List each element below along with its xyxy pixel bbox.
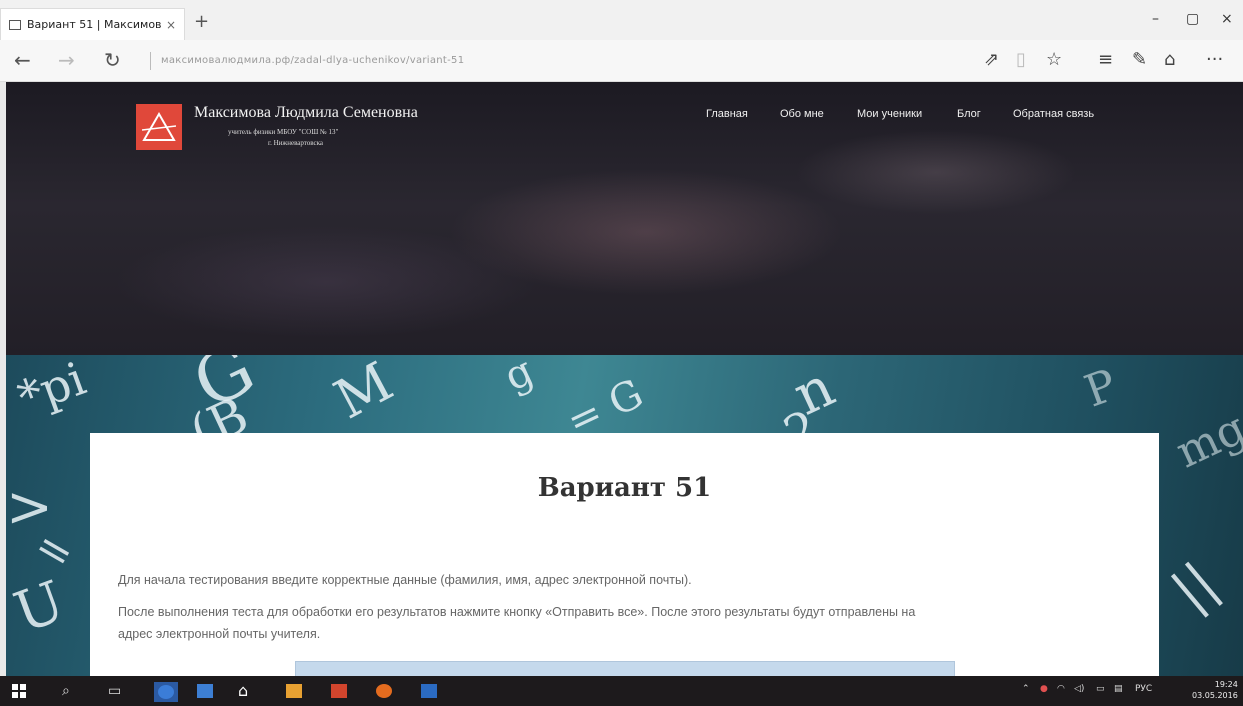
prism-icon: [142, 112, 176, 141]
message-tray-icon[interactable]: ▤: [1114, 684, 1123, 694]
office-app-icon[interactable]: [331, 684, 347, 698]
formula-glyph: M: [324, 355, 403, 432]
volume-tray-icon[interactable]: ◁): [1074, 684, 1084, 694]
search-icon[interactable]: ⌕: [62, 683, 70, 699]
close-window-button[interactable]: ×: [1221, 12, 1233, 26]
tray-chevron-icon[interactable]: ⌃: [1022, 684, 1030, 694]
antivirus-tray-icon[interactable]: ●: [1040, 684, 1048, 694]
formula-glyph: *pi: [10, 355, 93, 425]
formula-glyph: g: [497, 355, 541, 401]
address-bar[interactable]: максимовалюдмила.рф/zadal-dlya-uchenikov…: [150, 52, 610, 70]
web-page: Максимова Людмила Семеновна учитель физи…: [6, 82, 1243, 676]
content-card: Вариант 51 Для начала тестирования введи…: [90, 433, 1159, 676]
more-icon[interactable]: ···: [1206, 50, 1223, 70]
site-subtitle: учитель физики МБОУ "СОШ № 13": [228, 128, 339, 136]
tab-close-icon[interactable]: ×: [166, 18, 176, 32]
edge-app-icon[interactable]: [154, 682, 178, 702]
refresh-button[interactable]: ↻: [104, 50, 121, 70]
site-subtitle-city: г. Нижневартовска: [268, 139, 324, 147]
back-button[interactable]: ←: [14, 50, 31, 70]
language-indicator[interactable]: РУС: [1135, 684, 1152, 694]
browser-titlebar: Вариант 51 | Максимов × + – ▢ ×: [0, 0, 1243, 40]
test-form-frame[interactable]: [295, 661, 955, 676]
web-note-icon[interactable]: ✎: [1132, 50, 1147, 70]
intro-paragraph: Для начала тестирования введите корректн…: [118, 573, 692, 587]
tab-page-icon: [9, 19, 21, 30]
instructions-line-1: После выполнения теста для обработки его…: [118, 605, 916, 619]
home-app-icon[interactable]: ⌂: [238, 683, 248, 699]
browser-navbar: ← → ↻ максимовалюдмила.рф/zadal-dlya-uch…: [0, 40, 1243, 82]
task-view-icon[interactable]: ▭: [108, 683, 121, 699]
firefox-icon[interactable]: [376, 684, 392, 698]
windows-taskbar: ⌕ ▭ ⌂ ⌃ ● ◠ ◁) ▭ ▤ РУС 19:24 03.05.2016: [0, 676, 1243, 706]
minimize-button[interactable]: –: [1152, 12, 1159, 26]
network-tray-icon[interactable]: ◠: [1057, 684, 1065, 694]
formula-glyph: mg: [1168, 402, 1243, 479]
new-tab-button[interactable]: +: [194, 13, 209, 31]
clock-time: 19:24: [1214, 680, 1238, 689]
site-logo[interactable]: [136, 104, 182, 150]
hub-icon[interactable]: ≡: [1098, 50, 1113, 70]
book-icon[interactable]: ▯: [1016, 50, 1026, 70]
tab-title: Вариант 51 | Максимов: [27, 18, 162, 31]
formula-glyph: P: [1078, 359, 1124, 418]
restore-button[interactable]: ▢: [1186, 12, 1199, 26]
menu-item-contact[interactable]: Обратная связь: [1013, 108, 1094, 120]
site-title[interactable]: Максимова Людмила Семеновна: [194, 104, 418, 122]
notes-app-icon[interactable]: [286, 684, 302, 698]
clock-date: 03.05.2016: [1192, 691, 1238, 700]
instructions-line-2: адрес электронной почты учителя.: [118, 627, 321, 641]
header-hero: Максимова Людмила Семеновна учитель физи…: [6, 82, 1243, 355]
word-app-icon[interactable]: [421, 684, 437, 698]
file-explorer-icon[interactable]: [197, 684, 213, 698]
reading-view-icon[interactable]: ⇗: [984, 50, 999, 70]
notifications-tray-icon[interactable]: ▭: [1096, 684, 1105, 694]
formula-glyph: U: [6, 568, 73, 647]
forward-button[interactable]: →: [58, 50, 75, 70]
menu-item-blog[interactable]: Блог: [957, 108, 981, 120]
system-clock[interactable]: 19:24 03.05.2016: [1192, 679, 1238, 701]
menu-item-about[interactable]: Обо мне: [780, 108, 824, 120]
share-icon[interactable]: ⌂: [1164, 50, 1175, 70]
formula-glyph: ||: [1160, 550, 1229, 623]
windows-start-icon[interactable]: [12, 684, 26, 698]
browser-tab[interactable]: Вариант 51 | Максимов ×: [0, 8, 185, 40]
page-title: Вариант 51: [537, 473, 712, 503]
menu-item-home[interactable]: Главная: [706, 108, 748, 120]
favorite-star-icon[interactable]: ☆: [1046, 50, 1062, 70]
menu-item-students[interactable]: Мои ученики: [857, 108, 922, 120]
